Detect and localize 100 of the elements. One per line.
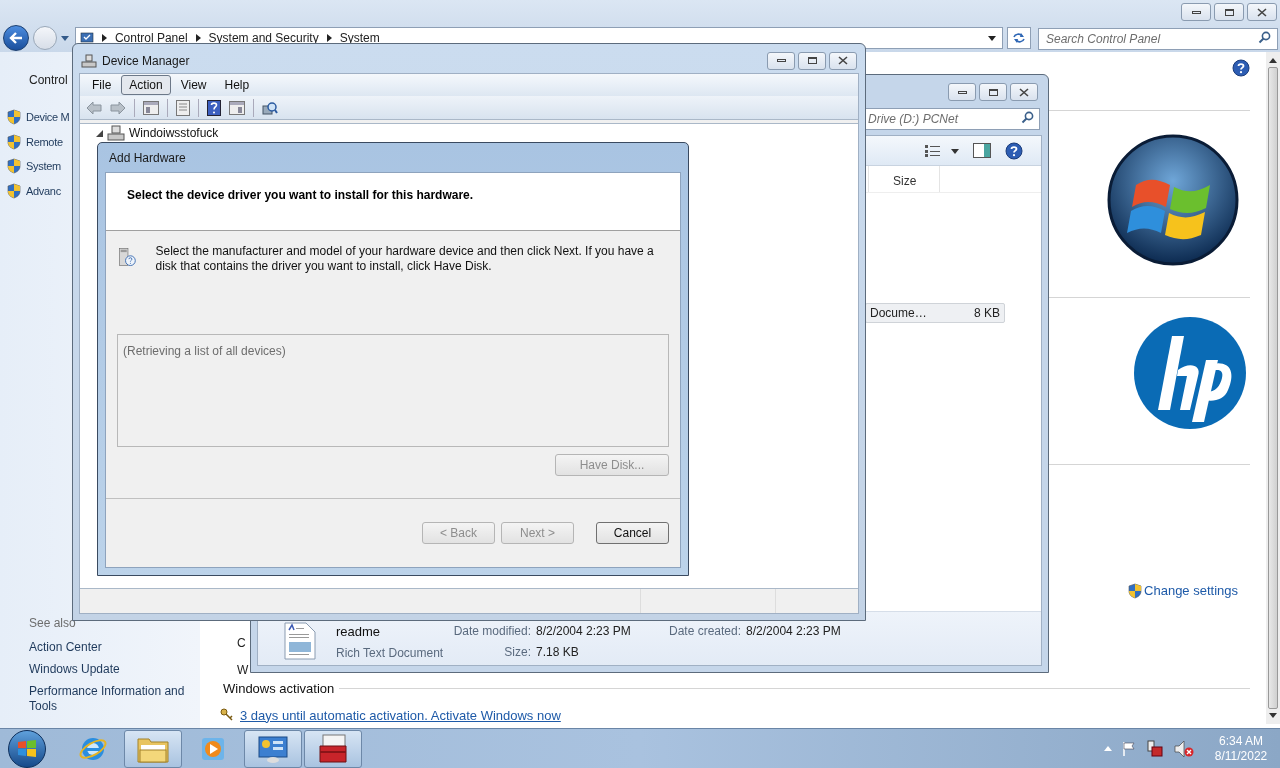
forward-arrow-icon[interactable]	[110, 100, 126, 115]
dialog-button[interactable]: Cancel	[596, 522, 669, 544]
close-button[interactable]	[1247, 3, 1277, 21]
shield-icon	[7, 109, 21, 126]
action-pane-icon[interactable]	[229, 100, 245, 115]
windows-logo-icon	[17, 739, 37, 758]
scrollbar[interactable]	[1266, 52, 1280, 724]
shield-icon	[7, 182, 21, 199]
property-label: Date modified:	[452, 623, 531, 640]
network-error-icon[interactable]	[1146, 739, 1164, 758]
list-status: (Retrieving a list of all devices)	[123, 344, 286, 358]
dialog-description: Select the manufacturer and model of your hardware device and then click Next. If you have a disk that contains the driver you want to install, click Have Disk.	[155, 243, 655, 274]
file-size: 8 KB	[974, 305, 1000, 322]
clock-time: 6:34 AM	[1219, 733, 1263, 749]
property-value: 7.18 KB	[536, 644, 579, 661]
control-panel-icon	[257, 734, 289, 763]
start-button[interactable]	[8, 729, 46, 768]
see-also-heading: See also	[28, 615, 76, 632]
sidebar-link[interactable]: Advanc	[26, 182, 61, 199]
refresh-button[interactable]	[1007, 27, 1031, 49]
breadcrumb-item[interactable]: System and Security	[208, 29, 319, 47]
document-icon	[284, 622, 316, 660]
file-name: readme	[336, 623, 382, 641]
help-icon[interactable]	[207, 99, 221, 116]
sidebar-link[interactable]: Windows Update	[29, 662, 190, 677]
file-row[interactable]: Docume… 8 KB	[865, 303, 1005, 323]
menu-item[interactable]: View	[172, 75, 215, 95]
shield-icon	[1128, 582, 1143, 599]
flag-icon[interactable]	[1122, 740, 1136, 757]
close-button[interactable]	[829, 51, 857, 70]
sidebar-link[interactable]: Action Center	[29, 640, 190, 655]
back-arrow-icon[interactable]	[86, 100, 102, 115]
close-button[interactable]	[1010, 83, 1038, 101]
window-title: Device Manager	[102, 52, 190, 70]
property-label: Size:	[503, 644, 531, 661]
maximize-button[interactable]	[798, 51, 826, 70]
breadcrumb-item[interactable]: Control Panel	[114, 29, 188, 47]
taskbar-button[interactable]	[124, 729, 182, 768]
shield-icon	[7, 158, 21, 175]
taskbar-button[interactable]	[304, 729, 362, 768]
text-fragment: C	[237, 635, 247, 652]
column-header[interactable]: Size	[868, 166, 940, 192]
property-label: Date created:	[669, 623, 742, 640]
media-player-icon	[200, 735, 226, 762]
file-type: Rich Text Document	[336, 644, 445, 662]
search-field[interactable]: Drive (D:) PCNet	[865, 108, 1040, 130]
menu-item[interactable]: Help	[216, 75, 258, 95]
preview-pane-icon[interactable]	[973, 143, 991, 158]
chevron-icon[interactable]	[101, 34, 107, 42]
property-value: 8/2/2004 2:23 PM	[746, 623, 841, 640]
help-icon[interactable]	[1005, 141, 1023, 160]
view-options-icon[interactable]	[925, 144, 959, 157]
breadcrumb-item[interactable]: System	[339, 29, 380, 47]
close-icon	[1019, 87, 1029, 97]
sidebar-link[interactable]: Remote	[26, 133, 63, 150]
minimize-button[interactable]	[948, 83, 976, 101]
change-settings-link[interactable]: Change settings	[1144, 581, 1238, 601]
minimize-button[interactable]	[767, 51, 795, 70]
search-icon[interactable]	[1258, 31, 1271, 44]
property-value: 8/2/2004 2:23 PM	[536, 623, 631, 640]
help-icon[interactable]	[1232, 59, 1250, 77]
sidebar-link[interactable]: Performance Information and Tools	[29, 684, 190, 714]
scan-hardware-icon[interactable]	[262, 99, 278, 116]
chevron-icon[interactable]	[326, 34, 332, 42]
maximize-button[interactable]	[1214, 3, 1244, 21]
toolbox-icon	[317, 733, 349, 764]
sidebar-link[interactable]: Control	[7, 71, 68, 89]
device-list[interactable]: (Retrieving a list of all devices)	[117, 334, 669, 447]
menu-item[interactable]: File	[84, 75, 120, 95]
sidebar-link[interactable]: Device M	[26, 109, 70, 126]
chevron-icon[interactable]	[195, 34, 201, 42]
computer-icon	[107, 125, 125, 141]
activation-link[interactable]: 3 days until automatic activation. Activate Windows now	[240, 705, 561, 725]
scroll-up-icon[interactable]	[1269, 58, 1277, 63]
text-fragment: W	[237, 662, 249, 679]
refresh-icon	[1012, 32, 1026, 44]
back-arrow-icon	[8, 32, 23, 44]
section-heading: Windows activation	[223, 679, 335, 698]
properties-icon[interactable]	[176, 99, 190, 116]
minimize-button[interactable]	[1181, 3, 1211, 21]
expand-icon[interactable]	[96, 129, 103, 137]
device-manager-icon	[81, 53, 97, 68]
dialog-title: Add Hardware	[109, 149, 186, 167]
sidebar-link[interactable]: System	[26, 158, 61, 175]
search-icon[interactable]	[1021, 111, 1034, 124]
console-tree-icon[interactable]	[143, 100, 159, 115]
clock-date: 8/11/2022	[1214, 748, 1268, 764]
muted-speaker-icon[interactable]	[1174, 739, 1194, 758]
key-icon	[220, 708, 234, 723]
dropdown-icon[interactable]	[988, 35, 997, 41]
file-name: Docume…	[870, 305, 927, 322]
tree-item[interactable]: Windoiwsstofuck	[129, 126, 219, 140]
maximize-button[interactable]	[979, 83, 1007, 101]
menu-item[interactable]: Action	[121, 75, 171, 95]
close-icon	[1257, 7, 1267, 17]
dialog-heading: Select the device driver you want to install for this hardware.	[127, 188, 474, 202]
back-button[interactable]	[3, 25, 29, 51]
scroll-down-icon[interactable]	[1269, 713, 1277, 718]
search-field[interactable]: Search Control Panel	[1038, 28, 1278, 50]
taskbar-button[interactable]	[244, 729, 302, 768]
